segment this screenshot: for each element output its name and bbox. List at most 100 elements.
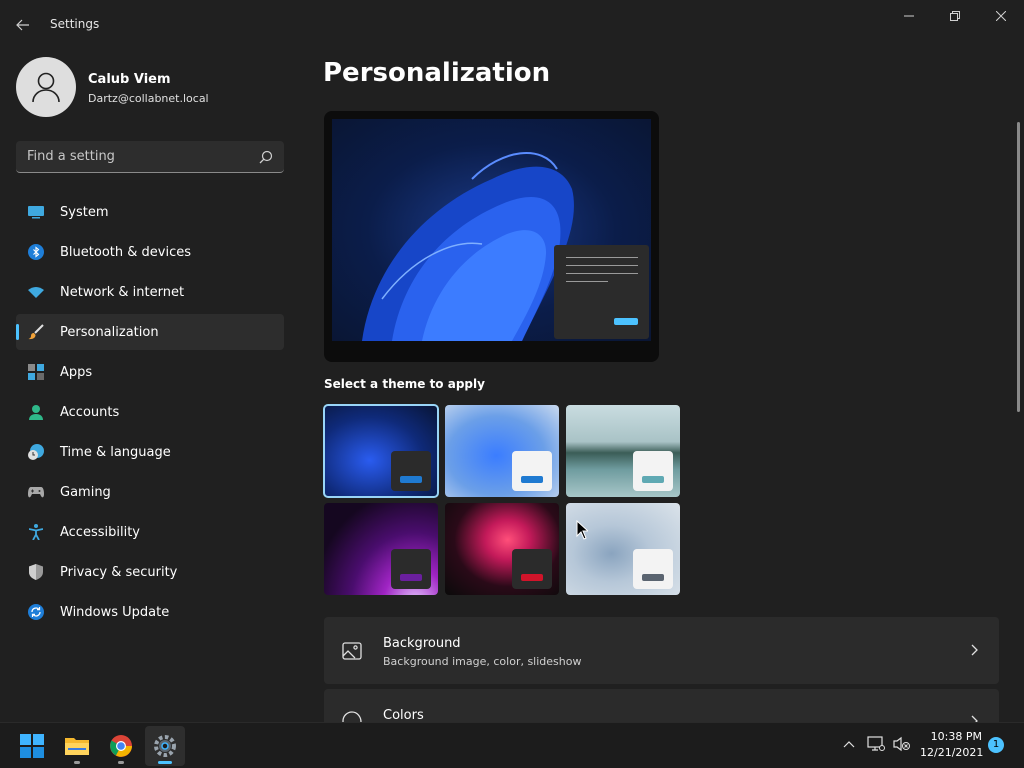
system-icon: [28, 204, 44, 220]
volume-tray-button[interactable]: [893, 735, 911, 753]
search-icon[interactable]: [258, 149, 274, 165]
sidebar-item-label: Accessibility: [60, 525, 140, 540]
sidebar-item-system[interactable]: System: [16, 194, 284, 230]
sidebar-item-apps[interactable]: Apps: [16, 354, 284, 390]
theme-preview: [324, 111, 659, 362]
avatar[interactable]: [16, 57, 76, 117]
theme-accent-bar: [400, 476, 422, 483]
search-box[interactable]: [16, 141, 284, 173]
background-setting-row[interactable]: Background Background image, color, slid…: [324, 617, 999, 684]
user-email: Dartz@collabnet.local: [88, 92, 209, 105]
colors-setting-row[interactable]: Colors: [324, 689, 999, 722]
sidebar-item-bluetooth[interactable]: Bluetooth & devices: [16, 234, 284, 270]
sidebar-item-accounts[interactable]: Accounts: [16, 394, 284, 430]
volume-muted-icon: [893, 736, 910, 752]
theme-sample-window: [512, 549, 552, 589]
close-button[interactable]: [978, 0, 1024, 32]
row-subtitle: Background image, color, slideshow: [383, 655, 582, 668]
sidebar-item-label: Personalization: [60, 325, 159, 340]
apps-icon: [28, 364, 44, 380]
start-icon: [20, 734, 44, 758]
running-indicator: [158, 761, 172, 764]
running-indicator: [118, 761, 124, 764]
show-hidden-icons-button[interactable]: [840, 735, 858, 753]
taskbar-chrome[interactable]: [101, 726, 141, 766]
sidebar-item-label: Privacy & security: [60, 565, 178, 580]
back-button[interactable]: [10, 12, 36, 38]
scrollbar[interactable]: [1017, 122, 1020, 412]
minimize-button[interactable]: [886, 0, 932, 32]
sidebar-item-label: Time & language: [60, 445, 171, 460]
theme-accent-bar: [521, 476, 543, 483]
search-input[interactable]: [16, 141, 246, 172]
image-icon: [342, 642, 362, 660]
wifi-icon: [28, 284, 44, 300]
theme-accent-bar: [642, 574, 664, 581]
person-placeholder-icon: [32, 72, 60, 103]
taskbar-settings[interactable]: [145, 726, 185, 766]
theme-accent-bar: [400, 574, 422, 581]
theme-accent-bar: [642, 476, 664, 483]
page-title: Personalization: [323, 58, 551, 88]
theme-sample-window: [633, 549, 673, 589]
preview-text-line: [566, 281, 608, 282]
theme-tile-sunrise[interactable]: [566, 503, 680, 595]
notification-badge[interactable]: 1: [988, 737, 1004, 753]
file-explorer-icon: [65, 738, 89, 755]
maximize-button[interactable]: [932, 0, 978, 32]
theme-sample-window: [512, 451, 552, 491]
preview-text-line: [566, 273, 638, 274]
preview-accent-button: [614, 318, 638, 325]
chevron-right-icon: [971, 644, 978, 656]
preview-wallpaper: [332, 119, 651, 341]
theme-tile-windows-light[interactable]: [445, 405, 559, 497]
title-bar: Settings: [0, 0, 1024, 48]
theme-accent-bar: [521, 574, 543, 581]
brush-icon: [28, 324, 44, 340]
shield-icon: [28, 564, 44, 580]
sidebar-item-label: Gaming: [60, 485, 111, 500]
sidebar-item-windows-update[interactable]: Windows Update: [16, 594, 284, 630]
clock-time[interactable]: 10:38 PM: [926, 730, 982, 743]
start-button[interactable]: [12, 726, 52, 766]
clock-date[interactable]: 12/21/2021: [920, 746, 983, 759]
sidebar-nav: System Bluetooth & devices Network & int…: [16, 194, 284, 634]
settings-window: Settings Calub Viem Dartz@collabnet.loca…: [0, 0, 1024, 722]
row-title: Background: [383, 636, 461, 651]
network-tray-button[interactable]: [867, 735, 885, 753]
theme-sample-window: [633, 451, 673, 491]
theme-sample-window: [391, 451, 431, 491]
preview-text-line: [566, 265, 638, 266]
chevron-right-icon: [971, 715, 978, 722]
sidebar-item-privacy[interactable]: Privacy & security: [16, 554, 284, 590]
sidebar-item-personalization[interactable]: Personalization: [16, 314, 284, 350]
bluetooth-icon: [28, 244, 44, 260]
accessibility-icon: [28, 524, 44, 540]
sidebar-item-accessibility[interactable]: Accessibility: [16, 514, 284, 550]
user-name: Calub Viem: [88, 72, 171, 87]
network-monitor-icon: [867, 736, 885, 751]
preview-text-line: [566, 257, 638, 258]
running-indicator: [74, 761, 80, 764]
minimize-icon: [904, 15, 914, 17]
clock-globe-icon: [28, 444, 44, 460]
theme-tile-flow[interactable]: [445, 503, 559, 595]
taskbar-file-explorer[interactable]: [57, 726, 97, 766]
sidebar-item-gaming[interactable]: Gaming: [16, 474, 284, 510]
theme-tile-glow[interactable]: [566, 405, 680, 497]
theme-tile-captured-motion[interactable]: [324, 503, 438, 595]
settings-icon: [154, 735, 176, 757]
sidebar-item-time-language[interactable]: Time & language: [16, 434, 284, 470]
sidebar-item-label: Windows Update: [60, 605, 170, 620]
sidebar-item-label: Accounts: [60, 405, 120, 420]
gamepad-icon: [28, 484, 44, 500]
theme-tile-windows-dark[interactable]: [323, 404, 439, 498]
close-icon: [996, 11, 1006, 21]
taskbar: 10:38 PM 12/21/2021 1: [0, 722, 1024, 768]
row-title: Colors: [383, 708, 424, 722]
sidebar-item-label: System: [60, 205, 109, 220]
mouse-cursor-icon: [576, 520, 588, 540]
chevron-up-icon: [843, 741, 855, 748]
sidebar-item-network[interactable]: Network & internet: [16, 274, 284, 310]
back-arrow-icon: [16, 19, 29, 31]
